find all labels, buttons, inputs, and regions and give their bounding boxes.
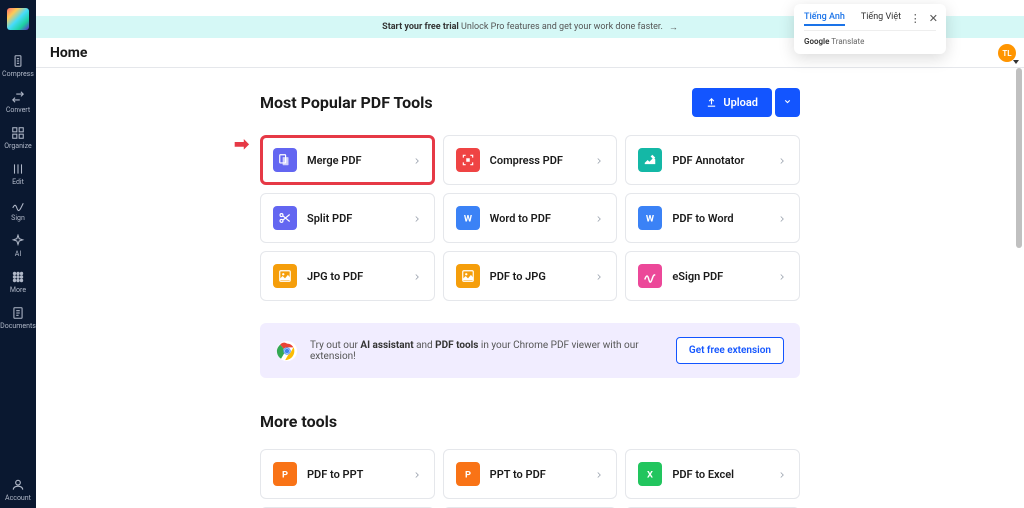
upload-label: Upload (723, 96, 758, 109)
tool-card-pdf-to-excel[interactable]: X PDF to Excel (625, 449, 800, 499)
svg-text:W: W (464, 214, 473, 225)
ai-icon (11, 234, 25, 248)
tool-card-pdf-to-word[interactable]: W PDF to Word (625, 193, 800, 243)
avatar[interactable]: TL (998, 44, 1016, 62)
extension-text: Try out our AI assistant and PDF tools i… (310, 340, 664, 362)
close-icon[interactable]: ✕ (929, 12, 938, 25)
tool-card-word-to-pdf[interactable]: W Word to PDF (443, 193, 618, 243)
sidebar-item-more[interactable]: More (0, 264, 36, 300)
page-title: Home (50, 45, 87, 61)
section-popular-title: Most Popular PDF Tools (260, 93, 433, 112)
chevron-right-icon (412, 267, 422, 286)
tool-card-ppt-to-pdf[interactable]: P PPT to PDF (443, 449, 618, 499)
avatar-initials: TL (1002, 49, 1011, 58)
image-icon (273, 264, 297, 288)
tool-card-merge-pdf[interactable]: Merge PDF (260, 135, 435, 185)
chevron-right-icon (412, 209, 422, 228)
tool-label: Split PDF (307, 212, 402, 225)
tool-card-compress-pdf[interactable]: Compress PDF (443, 135, 618, 185)
chevron-right-icon (412, 151, 422, 170)
upload-button[interactable]: Upload (692, 88, 772, 117)
tool-card-pdf-annotator[interactable]: PDF Annotator (625, 135, 800, 185)
sidebar-item-organize[interactable]: Organize (0, 120, 36, 156)
chevron-right-icon (777, 267, 787, 286)
get-extension-button[interactable]: Get free extension (676, 337, 784, 364)
translate-tab-vietnamese[interactable]: Tiếng Việt (861, 12, 901, 26)
convert-icon (11, 90, 25, 104)
pointer-arrow-icon: ➡ (234, 134, 249, 155)
annotate-icon (638, 148, 662, 172)
extension-banner: Try out our AI assistant and PDF tools i… (260, 323, 800, 378)
tool-label: JPG to PDF (307, 270, 402, 283)
merge-icon (273, 148, 297, 172)
word-icon: W (638, 206, 662, 230)
tool-label: PDF to PPT (307, 468, 402, 481)
svg-text:P: P (282, 470, 288, 481)
kebab-icon[interactable]: ⋮ (910, 12, 921, 25)
chevron-right-icon (777, 209, 787, 228)
sign-icon (638, 264, 662, 288)
word-icon: W (456, 206, 480, 230)
upload-dropdown-button[interactable] (775, 88, 800, 117)
compress-icon (456, 148, 480, 172)
tool-label: PDF to Word (672, 212, 767, 225)
translate-tab-english[interactable]: Tiếng Anh (804, 12, 845, 26)
sidebar: CompressConvertOrganizeEditSignAIMoreDoc… (0, 0, 36, 508)
more-icon (11, 270, 25, 284)
tool-card-pdf-to-jpg[interactable]: PDF to JPG (443, 251, 618, 301)
main-content: ➡ Most Popular PDF Tools Upload Merge PD… (36, 68, 1024, 508)
tool-card-esign-pdf[interactable]: eSign PDF (625, 251, 800, 301)
tool-label: Compress PDF (490, 154, 585, 167)
tool-label: PPT to PDF (490, 468, 585, 481)
sidebar-item-documents[interactable]: Documents (0, 300, 36, 336)
organize-icon (11, 126, 25, 140)
ppt-icon: P (273, 462, 297, 486)
chrome-icon (276, 340, 298, 362)
documents-icon (11, 306, 25, 320)
ppt-icon: P (456, 462, 480, 486)
compress-icon (11, 54, 25, 68)
chevron-right-icon (777, 465, 787, 484)
chevron-right-icon (594, 151, 604, 170)
tool-label: PDF to JPG (490, 270, 585, 283)
sidebar-account-label: Account (5, 494, 31, 502)
chevron-right-icon (594, 465, 604, 484)
chevron-right-icon (412, 465, 422, 484)
svg-text:P: P (465, 470, 471, 481)
tool-label: Merge PDF (307, 154, 402, 167)
banner-text: Unlock Pro features and get your work do… (461, 22, 663, 32)
translate-provider: Google Translate (804, 37, 936, 46)
translate-widget: ⋮ ✕ Tiếng Anh Tiếng Việt Google Translat… (794, 4, 946, 54)
tool-label: Word to PDF (490, 212, 585, 225)
split-icon (273, 206, 297, 230)
svg-text:W: W (646, 214, 655, 225)
arrow-right-icon: → (669, 22, 678, 33)
chevron-right-icon (777, 151, 787, 170)
excel-icon: X (638, 462, 662, 486)
logo[interactable] (7, 8, 29, 30)
image-icon (456, 264, 480, 288)
tool-label: PDF to Excel (672, 468, 767, 481)
chevron-right-icon (594, 209, 604, 228)
chevron-right-icon (594, 267, 604, 286)
banner-bold: Start your free trial (382, 22, 459, 32)
section-more-title: More tools (260, 412, 337, 431)
sidebar-item-edit[interactable]: Edit (0, 156, 36, 192)
svg-text:X: X (647, 470, 653, 481)
sidebar-item-convert[interactable]: Convert (0, 84, 36, 120)
tool-label: eSign PDF (672, 270, 767, 283)
tool-label: PDF Annotator (672, 154, 767, 167)
sidebar-item-sign[interactable]: Sign (0, 192, 36, 228)
scrollbar[interactable] (1016, 68, 1022, 248)
sidebar-item-compress[interactable]: Compress (0, 48, 36, 84)
sidebar-item-account[interactable]: Account (0, 472, 36, 508)
tool-card-split-pdf[interactable]: Split PDF (260, 193, 435, 243)
sign-icon (11, 198, 25, 212)
tool-card-pdf-to-ppt[interactable]: P PDF to PPT (260, 449, 435, 499)
sidebar-item-ai[interactable]: AI (0, 228, 36, 264)
edit-icon (11, 162, 25, 176)
tool-card-jpg-to-pdf[interactable]: JPG to PDF (260, 251, 435, 301)
